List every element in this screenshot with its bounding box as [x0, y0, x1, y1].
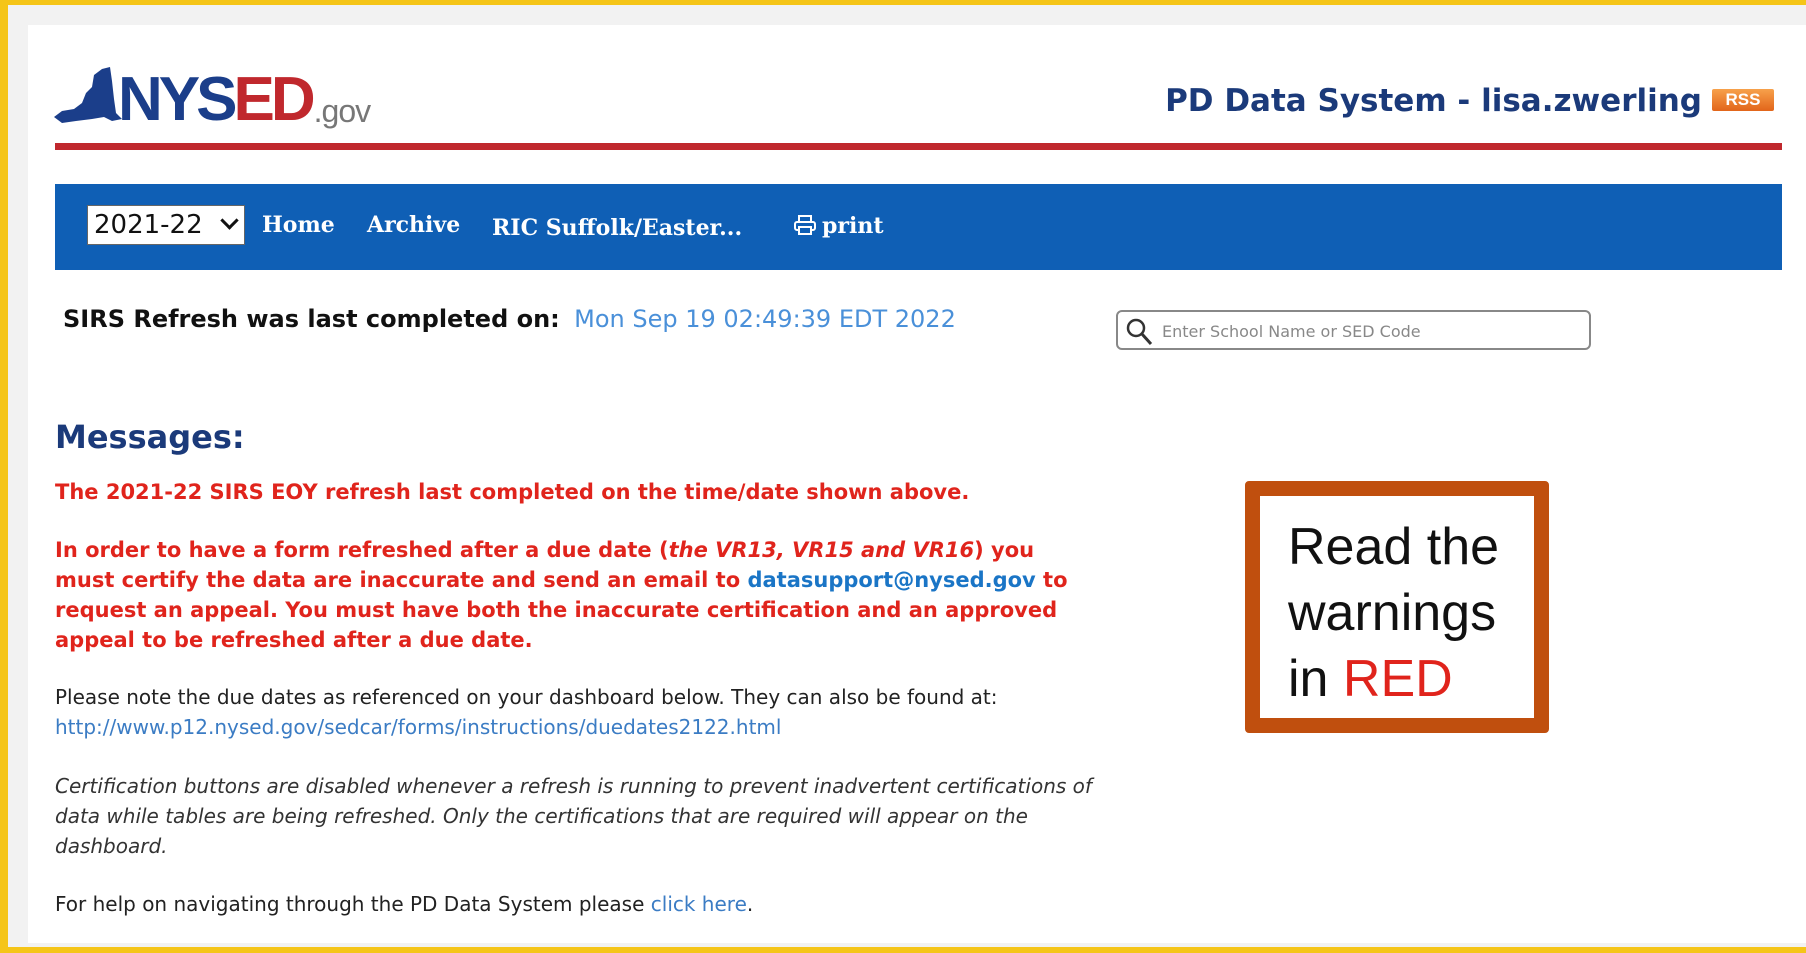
message-help: For help on navigating through the PD Da…	[55, 892, 754, 916]
message-refresh-warning: The 2021-22 SIRS EOY refresh last comple…	[55, 480, 970, 504]
message-due-dates: Please note the due dates as referenced …	[55, 685, 998, 739]
nav-home-link[interactable]: Home	[262, 212, 335, 238]
app-title: PD Data System - lisa.zwerling	[1165, 83, 1702, 119]
nav-bar: 2021-22 Home Archive RIC Suffolk/Easter.…	[55, 184, 1782, 270]
print-link[interactable]: print	[794, 213, 884, 239]
chevron-down-icon	[220, 211, 239, 230]
due-dates-link[interactable]: http://www.p12.nysed.gov/sedcar/forms/in…	[55, 715, 781, 739]
read-warnings-callout: Read the warnings in RED	[1245, 481, 1549, 733]
refresh-status: SIRS Refresh was last completed on: Mon …	[63, 305, 956, 333]
ny-state-shape-icon	[54, 67, 122, 123]
support-email-link[interactable]: datasupport@nysed.gov	[747, 568, 1035, 592]
printer-icon	[794, 215, 816, 235]
help-click-here-link[interactable]: click here	[651, 892, 747, 916]
form-list: the VR13, VR15 and VR16	[668, 538, 975, 562]
nysed-logo[interactable]: NYSED .gov	[52, 51, 371, 134]
nav-archive-link[interactable]: Archive	[367, 212, 460, 238]
school-year-select[interactable]: 2021-22	[87, 205, 245, 245]
school-search-input[interactable]: Enter School Name or SED Code	[1116, 310, 1591, 350]
header-divider	[55, 143, 1782, 150]
callout-red-word: RED	[1342, 650, 1453, 708]
page-frame: NYSED .gov PD Data System - lisa.zwerlin…	[8, 5, 1806, 947]
search-icon	[1126, 318, 1153, 346]
print-label: print	[822, 213, 884, 239]
school-year-value: 2021-22	[94, 210, 203, 240]
message-certification-note: Certification buttons are disabled whene…	[55, 774, 1092, 858]
message-appeal-warning: In order to have a form refreshed after …	[55, 538, 1068, 652]
nav-ric-link[interactable]: RIC Suffolk/Easter...	[492, 215, 742, 241]
callout-text: Read the warnings in RED	[1288, 518, 1500, 708]
search-placeholder: Enter School Name or SED Code	[1162, 322, 1421, 341]
logo-wordmark: NYSED	[118, 65, 316, 134]
messages-heading: Messages:	[55, 418, 245, 456]
rss-button[interactable]: RSS	[1712, 89, 1774, 111]
content-panel: NYSED .gov PD Data System - lisa.zwerlin…	[28, 25, 1806, 943]
refresh-date: Mon Sep 19 02:49:39 EDT 2022	[574, 305, 956, 333]
logo-gov: .gov	[313, 93, 371, 129]
refresh-label: SIRS Refresh was last completed on:	[63, 305, 560, 333]
